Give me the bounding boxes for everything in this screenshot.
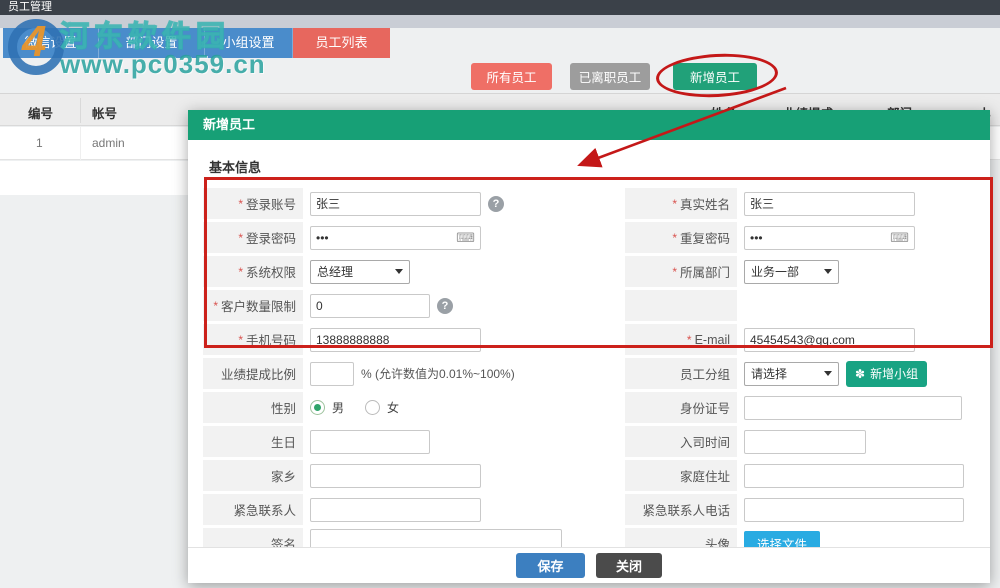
gear-icon: ✽: [855, 367, 865, 381]
gender-male-radio[interactable]: [310, 400, 325, 415]
form-row: *系统权限 总经理 *所属部门 业务一部: [203, 256, 976, 287]
page-title: 员工管理: [8, 1, 52, 13]
department-label: 所属部门: [680, 262, 730, 281]
repeat-password-input[interactable]: [744, 226, 915, 250]
id-card-label: 身份证号: [680, 398, 730, 417]
hometown-input[interactable]: [310, 464, 481, 488]
mobile-label: 手机号码: [246, 330, 296, 349]
chevron-down-icon: [395, 269, 403, 274]
emergency-contact-label: 紧急联系人: [233, 500, 296, 519]
resigned-employees-button[interactable]: 已离职员工: [570, 63, 650, 90]
system-permission-label: 系统权限: [246, 262, 296, 281]
required-marker: *: [672, 197, 677, 211]
all-employees-button[interactable]: 所有员工: [471, 63, 552, 90]
chevron-down-icon: [824, 371, 832, 376]
cell-id: 1: [36, 136, 43, 150]
gender-female-option[interactable]: 女: [387, 399, 399, 416]
join-time-label: 入司时间: [680, 432, 730, 451]
required-marker: *: [672, 231, 677, 245]
real-name-input[interactable]: [744, 192, 915, 216]
login-password-label: 登录密码: [246, 228, 296, 247]
system-permission-select[interactable]: 总经理: [310, 260, 410, 284]
form-row: 家乡 家庭住址: [203, 460, 976, 491]
tab-group-settings[interactable]: 小组设置: [205, 28, 293, 58]
id-card-input[interactable]: [744, 396, 962, 420]
required-marker: *: [238, 265, 243, 279]
help-icon[interactable]: ?: [437, 298, 453, 314]
form-row: *客户数量限制 ?: [203, 290, 976, 321]
add-employee-button[interactable]: 新增员工: [673, 63, 757, 90]
tab-bar: 微信设置 部门设置 小组设置 员工列表: [3, 28, 390, 58]
group-select[interactable]: 请选择: [744, 362, 839, 386]
close-button[interactable]: 关闭: [596, 553, 662, 578]
join-time-input[interactable]: [744, 430, 866, 454]
email-label: E-mail: [695, 333, 730, 347]
emergency-contact-input[interactable]: [310, 498, 481, 522]
table-empty-area: [0, 161, 188, 195]
column-divider: [80, 98, 81, 123]
customer-limit-input[interactable]: [310, 294, 430, 318]
column-header-id: 编号: [28, 103, 53, 122]
birthday-input[interactable]: [310, 430, 430, 454]
login-password-input[interactable]: [310, 226, 481, 250]
add-group-button[interactable]: ✽新增小组: [846, 361, 927, 387]
required-marker: *: [687, 333, 692, 347]
emergency-phone-label: 紧急联系人电话: [642, 500, 730, 519]
modal-body: 基本信息 *登录账号 ? *真实姓名 *登录密码 ⌨ *重复密码 ⌨: [188, 140, 990, 559]
required-marker: *: [672, 265, 677, 279]
column-divider: [80, 127, 81, 160]
gender-male-option[interactable]: 男: [332, 399, 344, 416]
gender-label: 性别: [271, 398, 296, 417]
form-row: 生日 入司时间: [203, 426, 976, 457]
section-title: 基本信息: [203, 149, 976, 188]
home-address-input[interactable]: [744, 464, 964, 488]
form-row: *登录密码 ⌨ *重复密码 ⌨: [203, 222, 976, 253]
modal-title-bar: 新增员工: [188, 110, 990, 140]
star-icon: ★: [60, 63, 70, 76]
group-label: 员工分组: [680, 364, 730, 383]
chevron-down-icon: [824, 269, 832, 274]
hometown-label: 家乡: [271, 466, 296, 485]
commission-hint: % (允许数值为0.01%~100%): [361, 365, 515, 382]
email-input[interactable]: [744, 328, 915, 352]
required-marker: *: [238, 231, 243, 245]
department-select[interactable]: 业务一部: [744, 260, 839, 284]
form-row: 紧急联系人 紧急联系人电话: [203, 494, 976, 525]
tab-employee-list[interactable]: 员工列表: [293, 28, 390, 58]
form-row: 业绩提成比例 % (允许数值为0.01%~100%) 员工分组 请选择 ✽新增小…: [203, 358, 976, 389]
tab-wechat-settings[interactable]: 微信设置: [3, 28, 99, 58]
login-account-label: 登录账号: [246, 194, 296, 213]
repeat-password-label: 重复密码: [680, 228, 730, 247]
form-row: *手机号码 *E-mail: [203, 324, 976, 355]
required-marker: *: [213, 299, 218, 313]
secondary-bar: [0, 15, 1000, 28]
help-icon[interactable]: ?: [488, 196, 504, 212]
form-row: 性别 男 女 身份证号: [203, 392, 976, 423]
home-address-label: 家庭住址: [680, 466, 730, 485]
mobile-input[interactable]: [310, 328, 481, 352]
commission-label: 业绩提成比例: [221, 364, 296, 383]
cell-account: admin: [92, 136, 125, 150]
modal-footer: 保存 关闭: [188, 547, 990, 583]
required-marker: *: [238, 333, 243, 347]
add-employee-modal: 新增员工 基本信息 *登录账号 ? *真实姓名 *登录密码 ⌨ *重复密码 ⌨: [188, 110, 990, 583]
customer-limit-label: 客户数量限制: [221, 296, 296, 315]
birthday-label: 生日: [271, 432, 296, 451]
column-header-account: 帐号: [92, 103, 117, 122]
gender-female-radio[interactable]: [365, 400, 380, 415]
modal-title: 新增员工: [203, 117, 255, 132]
real-name-label: 真实姓名: [680, 194, 730, 213]
form-row: *登录账号 ? *真实姓名: [203, 188, 976, 219]
emergency-phone-input[interactable]: [744, 498, 964, 522]
login-account-input[interactable]: [310, 192, 481, 216]
commission-input[interactable]: [310, 362, 354, 386]
tab-department-settings[interactable]: 部门设置: [99, 28, 205, 58]
window-title-bar: 员工管理: [0, 0, 1000, 15]
required-marker: *: [238, 197, 243, 211]
save-button[interactable]: 保存: [516, 553, 585, 578]
